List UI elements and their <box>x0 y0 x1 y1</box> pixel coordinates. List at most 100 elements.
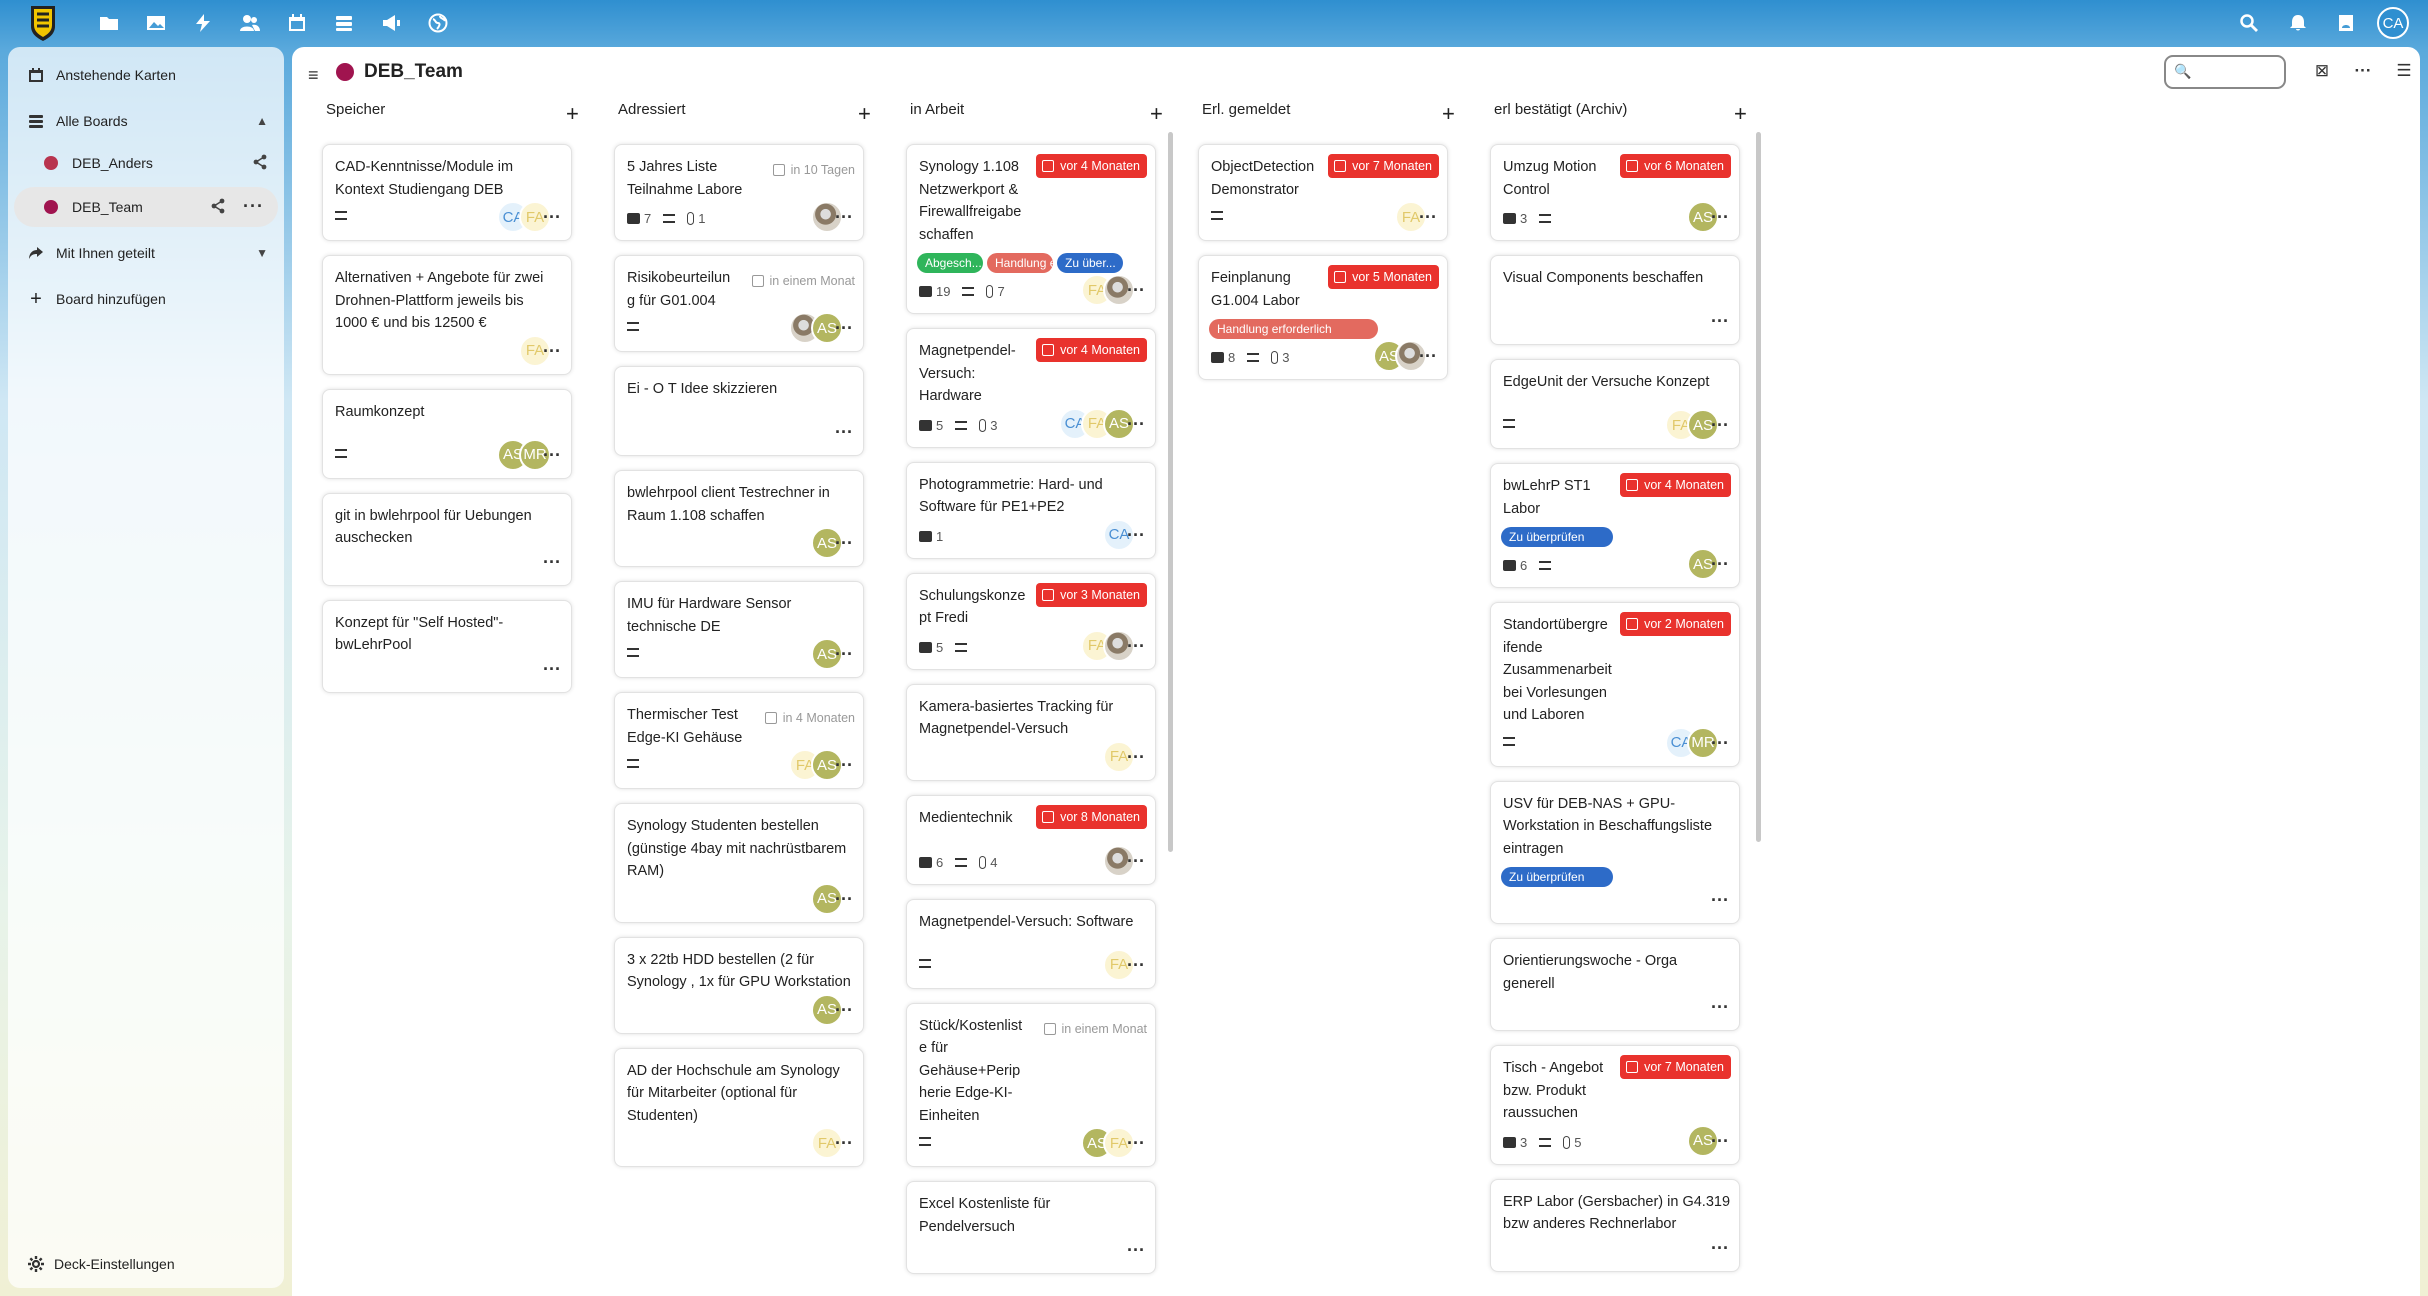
sidebar-item-shared[interactable]: Mit Ihnen geteilt ▼ <box>8 233 284 273</box>
card[interactable]: USV für DEB-NAS + GPU- Workstation in Bes… <box>1490 780 1740 924</box>
card[interactable]: Umzug Motion Control vor 6 Monaten 3 AS ··· <box>1490 144 1740 241</box>
contacts-icon[interactable] <box>237 10 263 36</box>
card-more-icon[interactable]: ··· <box>543 342 561 360</box>
add-card-button[interactable]: + <box>1150 103 1163 125</box>
add-card-button[interactable]: + <box>566 103 579 125</box>
card[interactable]: Synology Studenten bestellen (günstige 4b… <box>614 803 864 923</box>
card[interactable]: Stück/Kostenlist e für Gehäuse+Perip herie … <box>906 1002 1156 1167</box>
card-more-icon[interactable]: ··· <box>1711 1132 1729 1150</box>
card[interactable]: git in bwlehrpool für Uebungen auschecken… <box>322 492 572 586</box>
card-more-icon[interactable]: ··· <box>1711 734 1729 752</box>
activity-icon[interactable] <box>190 10 216 36</box>
filter-icon[interactable]: ⊠ <box>2310 61 2334 85</box>
deck-icon[interactable] <box>331 10 357 36</box>
card-more-icon[interactable]: ··· <box>1419 208 1437 226</box>
search-icon[interactable] <box>2236 10 2262 36</box>
add-card-button[interactable]: + <box>1442 103 1455 125</box>
card[interactable]: Photogrammetrie: Hard- und Software für P… <box>906 461 1156 559</box>
more-icon[interactable]: ··· <box>2351 61 2375 85</box>
card-more-icon[interactable]: ··· <box>1711 416 1729 434</box>
card-more-icon[interactable]: ··· <box>835 208 853 226</box>
card-more-icon[interactable]: ··· <box>1127 956 1145 974</box>
card-more-icon[interactable]: ··· <box>835 423 853 441</box>
card[interactable]: Raumkonzept AS MR ··· <box>322 388 572 479</box>
card-more-icon[interactable]: ··· <box>835 1001 853 1019</box>
card[interactable]: Schulungskonze pt Fredi vor 3 Monaten 5 FA ··… <box>906 572 1156 670</box>
card[interactable]: Tisch - Angebot bzw. Produkt raussuchen vor… <box>1490 1045 1740 1165</box>
sidebar-item-upcoming[interactable]: Anstehende Karten <box>8 55 284 95</box>
photos-icon[interactable] <box>143 10 169 36</box>
card-more-icon[interactable]: ··· <box>1711 312 1729 330</box>
card-more-icon[interactable]: ··· <box>835 1134 853 1152</box>
share-icon[interactable] <box>252 154 270 172</box>
column-scrollbar[interactable] <box>1756 132 1761 842</box>
card[interactable]: Standortübergre ifende Zusammenarbeit bei V… <box>1490 602 1740 767</box>
card-more-icon[interactable]: ··· <box>543 553 561 571</box>
more-icon[interactable]: ··· <box>243 197 264 215</box>
card-more-icon[interactable]: ··· <box>1419 347 1437 365</box>
card-more-icon[interactable]: ··· <box>1711 1239 1729 1257</box>
card[interactable]: Feinplanung G1.004 Labor vor 5 Monaten Hand… <box>1198 255 1448 380</box>
card-more-icon[interactable]: ··· <box>835 534 853 552</box>
card-more-icon[interactable]: ··· <box>1711 891 1729 909</box>
card-more-icon[interactable]: ··· <box>1711 998 1729 1016</box>
card[interactable]: CAD-Kenntnisse/Module im Kontext Studieng… <box>322 144 572 241</box>
sidebar-item-deb-team[interactable]: DEB_Team ··· <box>14 187 278 227</box>
card-more-icon[interactable]: ··· <box>543 446 561 464</box>
card-more-icon[interactable]: ··· <box>1127 748 1145 766</box>
card[interactable]: 5 Jahres Liste Teilnahme Labore in 10 Tage… <box>614 144 864 241</box>
card[interactable]: Orientierungswoche - Orga generell ··· <box>1490 938 1740 1031</box>
web-icon[interactable] <box>425 10 451 36</box>
card-more-icon[interactable]: ··· <box>1127 852 1145 870</box>
card-more-icon[interactable]: ··· <box>835 645 853 663</box>
card[interactable]: ERP Labor (Gersbacher) in G4.319 bzw ande… <box>1490 1178 1740 1272</box>
card[interactable]: Synology 1.108 Netzwerkport & Firewallfrei… <box>906 144 1156 314</box>
card-more-icon[interactable]: ··· <box>1127 1241 1145 1259</box>
card[interactable]: AD der Hochschule am Synology für Mitarbe… <box>614 1047 864 1167</box>
add-card-button[interactable]: + <box>1734 103 1747 125</box>
announcements-icon[interactable] <box>378 10 404 36</box>
card[interactable]: bwLehrP ST1 Labor vor 4 Monaten Zu überprüf… <box>1490 463 1740 588</box>
card[interactable]: Risikobeurteilun g für G01.004 in einem Mo… <box>614 255 864 352</box>
card-more-icon[interactable]: ··· <box>835 890 853 908</box>
card[interactable]: Magnetpendel- Versuch: Hardware vor 4 Monat… <box>906 328 1156 448</box>
card[interactable]: EdgeUnit der Versuche Konzept FA AS ··· <box>1490 359 1740 449</box>
sidebar-item-all-boards[interactable]: Alle Boards ▲ <box>8 101 284 141</box>
card-more-icon[interactable]: ··· <box>1127 415 1145 433</box>
details-icon[interactable]: ☰ <box>2392 61 2416 85</box>
card[interactable]: Magnetpendel-Versuch: Software FA ··· <box>906 898 1156 989</box>
card-more-icon[interactable]: ··· <box>835 319 853 337</box>
card[interactable]: ObjectDetection Demonstrator vor 7 Monaten… <box>1198 144 1448 241</box>
card-more-icon[interactable]: ··· <box>1127 281 1145 299</box>
card[interactable]: Thermischer Test Edge-KI Gehäuse in 4 Mona… <box>614 692 864 789</box>
card[interactable]: IMU für Hardware Sensor technische DE AS ··… <box>614 581 864 678</box>
card-more-icon[interactable]: ··· <box>543 208 561 226</box>
board-search-input[interactable]: 🔍 <box>2164 55 2286 89</box>
card[interactable]: 3 x 22tb HDD bestellen (2 für Synology , … <box>614 936 864 1034</box>
contacts-menu-icon[interactable] <box>2333 10 2359 36</box>
sidebar-item-deb-anders[interactable]: DEB_Anders <box>8 143 284 183</box>
add-card-button[interactable]: + <box>858 103 871 125</box>
share-icon[interactable] <box>210 198 228 216</box>
column-scrollbar[interactable] <box>1168 132 1173 852</box>
logo[interactable] <box>27 4 59 42</box>
card[interactable]: bwlehrpool client Testrechner in Raum 1.1… <box>614 470 864 567</box>
calendar-icon[interactable] <box>284 10 310 36</box>
sidebar-item-add-board[interactable]: + Board hinzufügen <box>8 279 284 319</box>
card[interactable]: Excel Kostenliste für Pendelversuch ··· <box>906 1181 1156 1274</box>
card[interactable]: Visual Components beschaffen ··· <box>1490 255 1740 345</box>
notifications-icon[interactable] <box>2285 10 2311 36</box>
card-more-icon[interactable]: ··· <box>1127 1134 1145 1152</box>
card-more-icon[interactable]: ··· <box>1711 208 1729 226</box>
card[interactable]: Konzept für "Self Hosted"- bwLehrPool ··· <box>322 599 572 693</box>
card-more-icon[interactable]: ··· <box>543 660 561 678</box>
user-avatar[interactable]: CA <box>2377 7 2409 39</box>
card-more-icon[interactable]: ··· <box>1127 637 1145 655</box>
card[interactable]: Ei - O T Idee skizzieren ··· <box>614 366 864 456</box>
chevron-up-icon[interactable]: ▲ <box>256 114 268 128</box>
card-more-icon[interactable]: ··· <box>1127 526 1145 544</box>
toggle-sidebar-icon[interactable]: ≡ <box>308 65 319 86</box>
sidebar-item-settings[interactable]: Deck-Einstellungen <box>8 1244 284 1284</box>
card-more-icon[interactable]: ··· <box>835 756 853 774</box>
card[interactable]: Kamera-basiertes Tracking für Magnetpende… <box>906 683 1156 781</box>
